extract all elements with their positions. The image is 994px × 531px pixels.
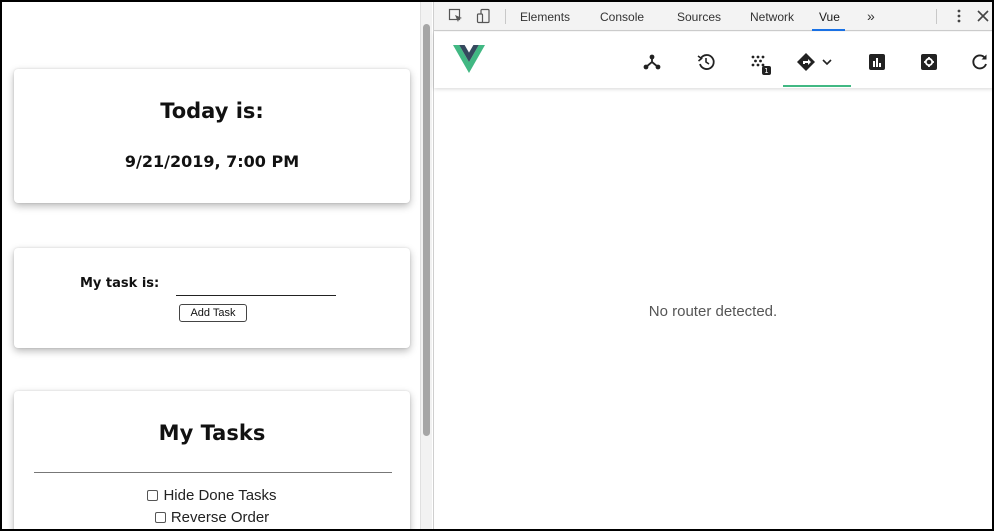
window-frame: Today is: 9/21/2019, 7:00 PM My task is:… [2, 2, 992, 529]
router-tab[interactable] [796, 52, 836, 72]
reverse-order-checkbox[interactable] [154, 512, 166, 523]
vue-toolbar: 1 [434, 32, 992, 88]
vuex-icon[interactable]: 1 [748, 52, 771, 75]
performance-icon[interactable] [867, 52, 887, 72]
more-options-icon[interactable] [951, 8, 967, 24]
today-card: Today is: 9/21/2019, 7:00 PM [14, 69, 410, 203]
hide-done-option[interactable]: Hide Done Tasks [14, 487, 410, 504]
tab-console[interactable]: Console [600, 10, 644, 24]
settings-icon[interactable] [919, 52, 939, 72]
timeline-icon[interactable] [696, 52, 716, 72]
tasks-card: My Tasks Hide Done Tasks Reverse Order [14, 391, 410, 529]
tab-elements[interactable]: Elements [520, 10, 570, 24]
tab-sources[interactable]: Sources [677, 10, 721, 24]
today-title: Today is: [160, 99, 264, 123]
tasks-title: My Tasks [158, 421, 266, 445]
hide-done-checkbox[interactable] [147, 490, 159, 501]
active-tab-indicator [812, 29, 845, 31]
hide-done-label: Hide Done Tasks [163, 487, 277, 504]
close-devtools-icon[interactable] [975, 8, 991, 24]
vue-logo-icon [453, 45, 485, 78]
today-date: 9/21/2019, 7:00 PM [124, 152, 300, 171]
inspect-element-icon[interactable] [448, 8, 464, 24]
task-label: My task is: [80, 276, 160, 291]
new-task-card: My task is: Add Task [14, 248, 410, 348]
more-tabs-button[interactable]: » [867, 8, 875, 24]
router-active-indicator [783, 85, 851, 87]
refresh-icon[interactable] [970, 52, 990, 72]
no-router-message: No router detected. [648, 303, 778, 320]
toolbar-separator [505, 9, 506, 24]
reverse-order-option[interactable]: Reverse Order [14, 509, 410, 526]
app-pane: Today is: 9/21/2019, 7:00 PM My task is:… [2, 2, 420, 529]
toolbar-separator [936, 9, 937, 24]
devtools-tabbar: Elements Console Sources Network Vue » [434, 2, 992, 31]
reverse-order-label: Reverse Order [170, 509, 270, 526]
tab-vue[interactable]: Vue [819, 10, 840, 24]
add-task-button[interactable]: Add Task [179, 304, 247, 322]
divider [34, 472, 392, 473]
devtools-panel: Elements Console Sources Network Vue » 1… [433, 2, 992, 529]
task-input[interactable] [176, 276, 336, 296]
scrollbar-thumb[interactable] [423, 24, 430, 436]
tab-network[interactable]: Network [750, 10, 794, 24]
components-icon[interactable] [642, 52, 662, 72]
device-toolbar-icon[interactable] [476, 8, 492, 24]
vuex-badge: 1 [764, 67, 768, 75]
